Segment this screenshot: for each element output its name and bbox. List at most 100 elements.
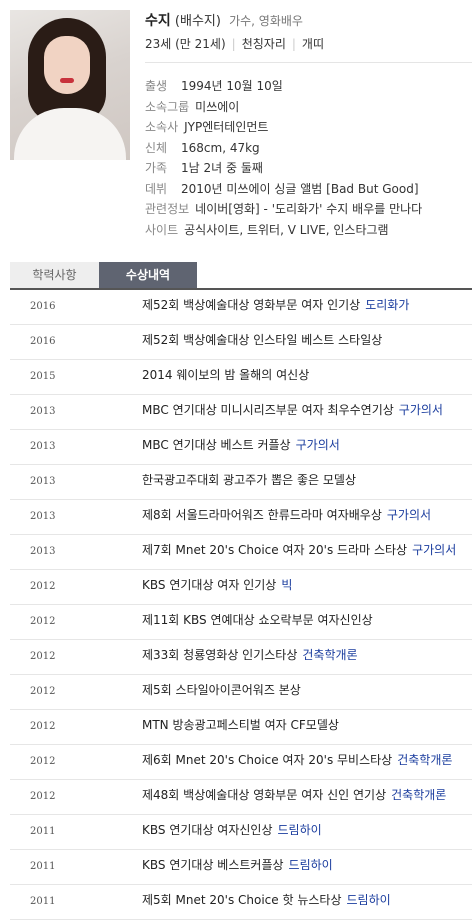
award-year: 2012 bbox=[30, 651, 56, 662]
award-year: 2015 bbox=[30, 371, 56, 382]
award-year: 2012 bbox=[30, 686, 56, 697]
award-year: 2011 bbox=[30, 896, 56, 907]
award-title-text: MTN 방송광고페스티벌 여자 CF모델상 bbox=[142, 718, 339, 732]
award-work-link[interactable]: 드림하이 bbox=[278, 823, 322, 837]
award-year: 2016 bbox=[30, 336, 56, 347]
award-title: 제7회 Mnet 20's Choice 여자 20's 드라마 스타상 구가의서 bbox=[142, 535, 456, 565]
award-year: 2013 bbox=[30, 511, 56, 522]
award-title: 제5회 스타일아이콘어워즈 본상 bbox=[142, 675, 301, 705]
award-year: 2012 bbox=[30, 616, 56, 627]
award-year: 2013 bbox=[30, 406, 56, 417]
profile-photo[interactable] bbox=[10, 10, 130, 160]
award-title: 제11회 KBS 연예대상 쇼오락부문 여자신인상 bbox=[142, 605, 373, 635]
photo-lips bbox=[60, 78, 74, 83]
award-title: KBS 연기대상 여자신인상 드림하이 bbox=[142, 815, 322, 845]
award-title: 제5회 Mnet 20's Choice 핫 뉴스타상 드림하이 bbox=[142, 885, 391, 915]
tab-education[interactable]: 학력사항 bbox=[10, 262, 99, 288]
award-title-text: KBS 연기대상 여자 인기상 bbox=[142, 578, 277, 592]
award-title-text: 제11회 KBS 연예대상 쇼오락부문 여자신인상 bbox=[142, 613, 373, 627]
award-row: 2012 제48회 백상예술대상 영화부문 여자 신인 연기상 건축학개론 bbox=[10, 780, 472, 815]
info-key: 관련정보 bbox=[145, 202, 190, 216]
info-value[interactable]: 공식사이트, 트위터, V LIVE, 인스타그램 bbox=[184, 223, 388, 237]
award-work-link[interactable]: 드림하이 bbox=[347, 893, 391, 907]
award-row: 2012 제5회 스타일아이콘어워즈 본상 bbox=[10, 675, 472, 710]
award-title-text: 제52회 백상예술대상 인스타일 베스트 스타일상 bbox=[142, 333, 383, 347]
award-row: 2012 제11회 KBS 연예대상 쇼오락부문 여자신인상 bbox=[10, 605, 472, 640]
award-title-text: MBC 연기대상 베스트 커플상 bbox=[142, 438, 291, 452]
award-title-text: KBS 연기대상 베스트커플상 bbox=[142, 858, 284, 872]
award-row: 2013 제7회 Mnet 20's Choice 여자 20's 드라마 스타상… bbox=[10, 535, 472, 570]
profile-real-name: (배수지) bbox=[174, 14, 221, 29]
award-title-text: 제6회 Mnet 20's Choice 여자 20's 무비스타상 bbox=[142, 753, 393, 767]
profile-info-item: 소속그룹 미쓰에이 bbox=[145, 97, 422, 118]
info-key: 출생 bbox=[145, 79, 168, 93]
award-row: 2013 제8회 서울드라마어워즈 한류드라마 여자배우상 구가의서 bbox=[10, 500, 472, 535]
award-row: 2013 한국광고주대회 광고주가 뽑은 좋은 모델상 bbox=[10, 465, 472, 500]
info-key: 소속사 bbox=[145, 120, 179, 134]
award-title: MBC 연기대상 미니시리즈부문 여자 최우수연기상 구가의서 bbox=[142, 395, 443, 425]
info-value[interactable]: 미쓰에이 bbox=[195, 100, 239, 114]
award-work-link[interactable]: 구가의서 bbox=[296, 438, 340, 452]
profile-name: 수지 bbox=[145, 13, 171, 29]
award-year: 2012 bbox=[30, 756, 56, 767]
award-title-text: 제33회 청룡영화상 인기스타상 bbox=[142, 648, 298, 662]
award-work-link[interactable]: 구가의서 bbox=[412, 543, 456, 557]
award-row: 2016 제52회 백상예술대상 영화부문 여자 인기상 도리화가 bbox=[10, 290, 472, 325]
profile-info-item: 관련정보 네이버[영화] - '도리화가' 수지 배우를 만나다 bbox=[145, 199, 422, 220]
award-title: 2014 웨이보의 밤 올해의 여신상 bbox=[142, 360, 309, 390]
award-year: 2012 bbox=[30, 791, 56, 802]
award-work-link[interactable]: 드림하이 bbox=[289, 858, 333, 872]
profile-zodiac-sign: 천칭자리 bbox=[241, 37, 286, 51]
award-row: 2015 2014 웨이보의 밤 올해의 여신상 bbox=[10, 360, 472, 395]
award-row: 2016 제52회 백상예술대상 인스타일 베스트 스타일상 bbox=[10, 325, 472, 360]
award-title: 한국광고주대회 광고주가 뽑은 좋은 모델상 bbox=[142, 465, 356, 495]
award-title: KBS 연기대상 여자 인기상 빅 bbox=[142, 570, 292, 600]
award-title: 제33회 청룡영화상 인기스타상 건축학개론 bbox=[142, 640, 358, 670]
tab-awards[interactable]: 수상내역 bbox=[99, 262, 197, 288]
award-year: 2011 bbox=[30, 826, 56, 837]
photo-face bbox=[44, 36, 90, 94]
tab-bar: 학력사항 수상내역 bbox=[10, 262, 472, 290]
award-title-text: 제5회 스타일아이콘어워즈 본상 bbox=[142, 683, 301, 697]
profile-age: 23세 (만 21세) bbox=[145, 37, 226, 51]
info-key: 가족 bbox=[145, 161, 168, 175]
award-row: 2012 제6회 Mnet 20's Choice 여자 20's 무비스타상 건축… bbox=[10, 745, 472, 780]
award-row: 2011 KBS 연기대상 베스트커플상 드림하이 bbox=[10, 850, 472, 885]
profile-divider bbox=[145, 62, 472, 63]
award-title-text: 제52회 백상예술대상 영화부문 여자 인기상 bbox=[142, 298, 361, 312]
award-title-text: 2014 웨이보의 밤 올해의 여신상 bbox=[142, 368, 310, 382]
info-key: 데뷔 bbox=[145, 181, 168, 196]
award-title: 제6회 Mnet 20's Choice 여자 20's 무비스타상 건축학개론 bbox=[142, 745, 452, 775]
award-row: 2012 MTN 방송광고페스티벌 여자 CF모델상 bbox=[10, 710, 472, 745]
award-work-link[interactable]: 건축학개론 bbox=[397, 753, 452, 767]
award-title-text: 제7회 Mnet 20's Choice 여자 20's 드라마 스타상 bbox=[142, 543, 408, 557]
info-value[interactable]: JYP엔터테인먼트 bbox=[184, 120, 268, 134]
award-row: 2012 제33회 청룡영화상 인기스타상 건축학개론 bbox=[10, 640, 472, 675]
award-title: MBC 연기대상 베스트 커플상 구가의서 bbox=[142, 430, 340, 460]
award-row: 2011 KBS 연기대상 여자신인상 드림하이 bbox=[10, 815, 472, 850]
award-year: 2013 bbox=[30, 476, 56, 487]
profile-info-list: 출생 1994년 10월 10일 소속그룹 미쓰에이 소속사 JYP엔터테인먼트 신체 168… bbox=[145, 76, 422, 240]
award-title-text: 제5회 Mnet 20's Choice 핫 뉴스타상 bbox=[142, 893, 342, 907]
award-year: 2013 bbox=[30, 546, 56, 557]
award-row: 2013 MBC 연기대상 미니시리즈부문 여자 최우수연기상 구가의서 bbox=[10, 395, 472, 430]
info-key: 사이트 bbox=[145, 222, 179, 237]
info-value[interactable]: 네이버[영화] - '도리화가' 수지 배우를 만나다 bbox=[195, 202, 422, 216]
award-work-link[interactable]: 구가의서 bbox=[399, 403, 443, 417]
award-title-text: MBC 연기대상 미니시리즈부문 여자 최우수연기상 bbox=[142, 403, 394, 417]
name-row: 수지 (배수지) 가수, 영화배우 bbox=[145, 10, 303, 30]
award-work-link[interactable]: 건축학개론 bbox=[302, 648, 357, 662]
profile-info-item: 데뷔 2010년 미쓰에이 싱글 앨범 [Bad But Good] bbox=[145, 179, 422, 200]
award-year: 2011 bbox=[30, 861, 56, 872]
award-work-link[interactable]: 건축학개론 bbox=[391, 788, 446, 802]
award-work-link[interactable]: 빅 bbox=[281, 578, 292, 592]
award-row: 2011 제5회 Mnet 20's Choice 핫 뉴스타상 드림하이 bbox=[10, 885, 472, 920]
award-work-link[interactable]: 구가의서 bbox=[387, 508, 431, 522]
award-work-link[interactable]: 도리화가 bbox=[365, 298, 409, 312]
award-title: 제48회 백상예술대상 영화부문 여자 신인 연기상 건축학개론 bbox=[142, 780, 446, 810]
profile-job: 가수, 영화배우 bbox=[229, 14, 303, 28]
award-title-text: 제48회 백상예술대상 영화부문 여자 신인 연기상 bbox=[142, 788, 387, 802]
profile-info-item: 출생 1994년 10월 10일 bbox=[145, 76, 422, 97]
award-title-text: 한국광고주대회 광고주가 뽑은 좋은 모델상 bbox=[142, 473, 356, 487]
award-year: 2016 bbox=[30, 301, 56, 312]
